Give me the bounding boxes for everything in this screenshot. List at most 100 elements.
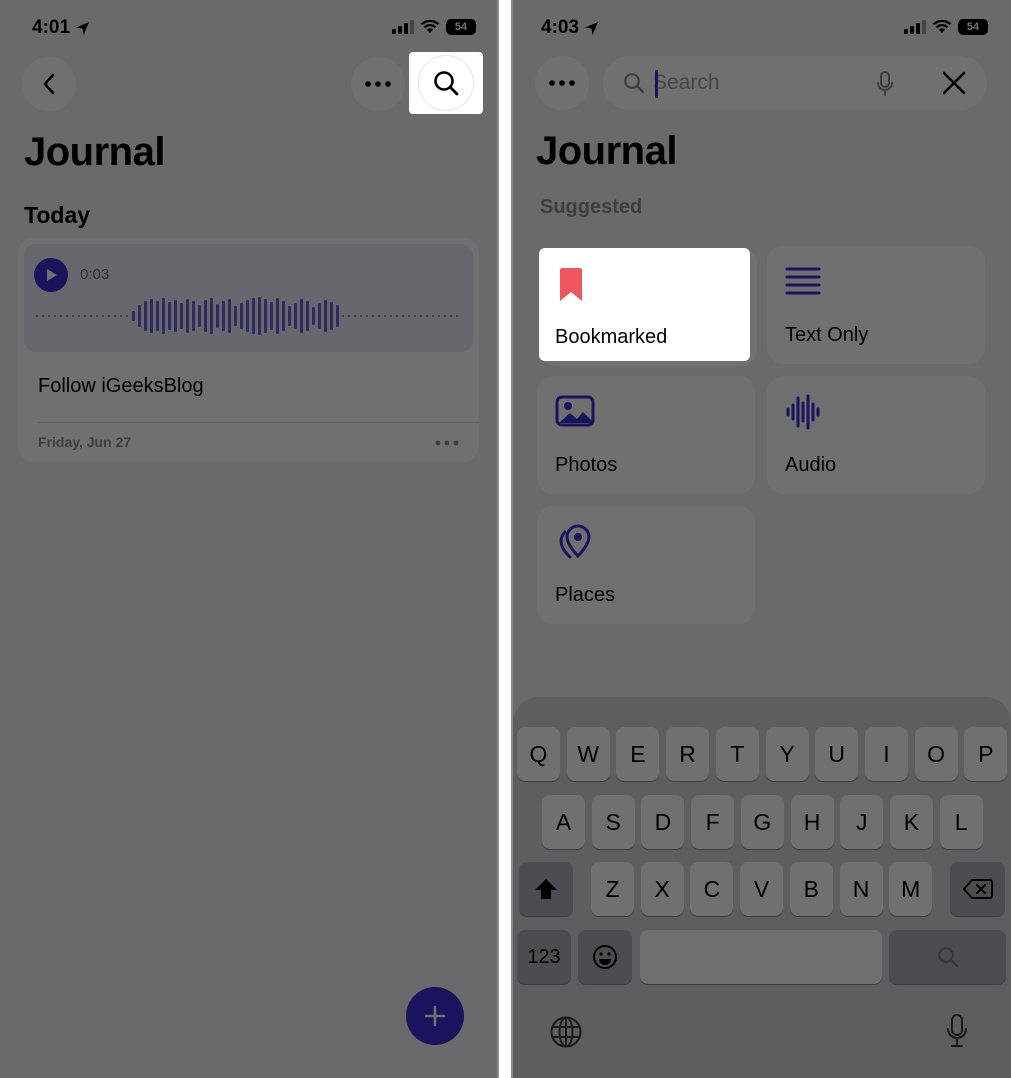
bookmarked-highlight[interactable]: Bookmarked [539,248,750,361]
entry-more-button[interactable] [435,435,459,446]
waveform-bar [414,315,416,317]
waveform-bar [258,297,261,335]
globe-icon [550,1016,582,1048]
key-l[interactable]: L [939,795,983,849]
clear-search-button[interactable] [939,68,969,103]
new-entry-button[interactable] [406,987,464,1045]
waveform-bar [48,315,50,317]
status-icons: 54 [392,19,476,35]
search-key[interactable] [889,930,1006,984]
key-r[interactable]: R [666,727,710,781]
key-y[interactable]: Y [765,727,809,781]
map-pin-icon [559,524,591,559]
wifi-icon [932,20,952,33]
waveform-bar [360,315,362,317]
suggestion-audio[interactable]: Audio [767,376,985,494]
waveform-bar [378,315,380,317]
waveform-bar [228,299,231,333]
key-w[interactable]: W [566,727,610,781]
status-time: 4:03 [541,17,599,39]
search-input[interactable] [653,68,853,98]
waveform-bar [456,315,458,317]
tile-label: Audio [785,454,837,476]
suggestion-photos[interactable]: Photos [537,376,755,494]
search-field[interactable] [603,56,987,110]
key-s[interactable]: S [591,795,635,849]
more-options-button[interactable] [535,56,589,110]
key-m[interactable]: M [889,862,933,916]
key-f[interactable]: F [691,795,735,849]
delete-key[interactable] [950,862,1005,916]
key-b[interactable]: B [789,862,833,916]
key-v[interactable]: V [740,862,784,916]
waveform-bar [270,302,273,330]
key-z[interactable]: Z [591,862,634,916]
status-time: 4:01 [32,17,90,39]
audio-attachment[interactable]: 0:03 [24,244,473,352]
key-q[interactable]: Q [517,727,560,781]
suggestion-text-only[interactable]: Text Only [767,246,985,364]
key-x[interactable]: X [640,862,684,916]
key-i[interactable]: I [864,727,908,781]
key-p[interactable]: P [964,727,1008,781]
waveform-bar [66,315,68,317]
search-button[interactable] [419,56,473,110]
dictation-key[interactable] [945,1013,969,1054]
waveform-bar [90,315,92,317]
waveform-bar [42,315,44,317]
page-title: Journal [536,129,677,173]
key-d[interactable]: D [641,795,685,849]
screen-separator [497,0,513,1078]
waveform-bar [108,315,110,317]
waveform-bar [162,298,165,334]
suggestion-places[interactable]: Places [537,506,755,624]
waveform-bar [54,315,56,317]
numbers-key[interactable]: 123 [517,930,571,984]
waveform-bar [36,315,38,317]
globe-key[interactable] [549,1015,583,1054]
battery-indicator: 54 [446,19,476,35]
waveform-bar [366,315,368,317]
key-o[interactable]: O [914,727,958,781]
search-icon [937,947,958,968]
magnifier-icon [434,71,459,96]
search-icon [624,73,645,94]
key-k[interactable]: K [889,795,933,849]
key-u[interactable]: U [815,727,859,781]
back-button[interactable] [22,57,76,111]
shift-key[interactable] [519,862,573,916]
emoji-key[interactable] [578,930,632,984]
waveform-bar [78,315,80,317]
key-t[interactable]: T [715,727,759,781]
waveform-bar [408,315,410,317]
more-options-button[interactable] [351,57,405,111]
waveform-bar [168,302,171,330]
microphone-icon[interactable] [876,71,894,97]
key-c[interactable]: C [690,862,734,916]
play-button[interactable] [34,258,68,292]
key-g[interactable]: G [740,795,784,849]
journal-entry-card[interactable]: 0:03 Follow iGeeksBlog Friday, Jun 27 [18,238,479,462]
waveform-bar [348,315,350,317]
entry-text: Follow iGeeksBlog [38,375,204,397]
waveform-bar [444,315,446,317]
page-title: Journal [24,130,165,174]
key-j[interactable]: J [840,795,884,849]
key-e[interactable]: E [616,727,660,781]
space-key[interactable] [640,930,882,984]
waveform-bar [384,315,386,317]
emoji-icon [593,945,617,969]
text-cursor [655,70,658,98]
key-n[interactable]: N [839,862,883,916]
waveform-bar [450,315,452,317]
search-highlight [409,52,483,114]
waveform-bar [114,315,116,317]
chevron-left-icon [43,73,55,95]
shift-arrow-icon [535,879,557,899]
key-h[interactable]: H [790,795,834,849]
waveform-bar [420,315,422,317]
waveform-bar [210,298,213,334]
waveform-bar [438,315,440,317]
key-a[interactable]: A [542,795,585,849]
waveform-bar [426,315,428,317]
